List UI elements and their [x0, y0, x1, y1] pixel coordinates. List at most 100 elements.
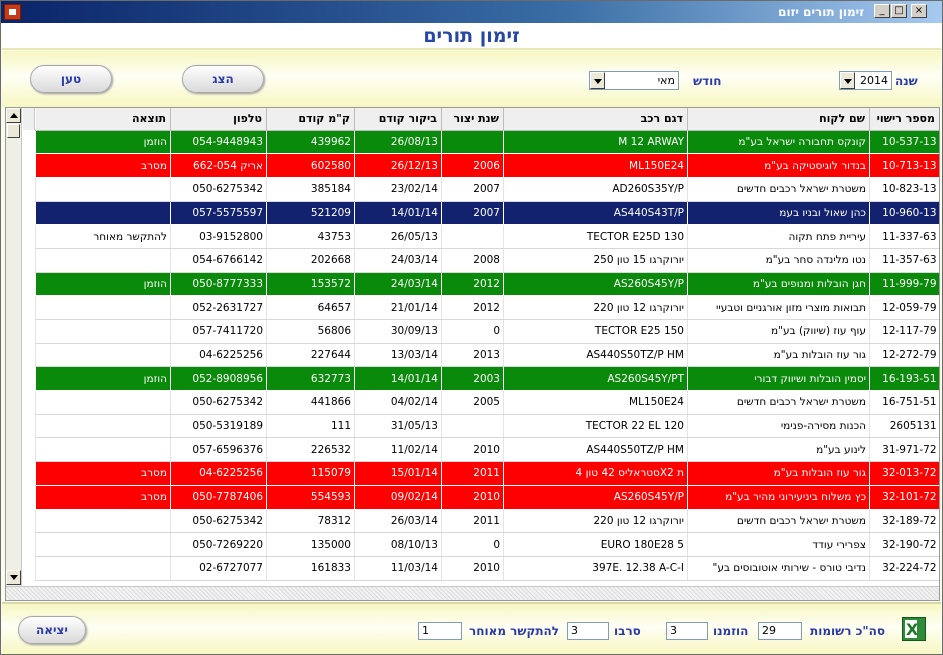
table-cell [35, 177, 171, 202]
scroll-up-icon[interactable] [6, 108, 21, 123]
month-select[interactable]: מאי [589, 71, 679, 90]
year-select[interactable]: 2014 [839, 71, 892, 90]
table-cell: 11-999-79 [869, 272, 939, 297]
table-cell: כץ משלוח ביניעירוני מהיר בע"מ [687, 485, 870, 510]
main-window: זימון תורים יזום _ □ × זימון תורים שנה 2… [0, 0, 943, 655]
table-row[interactable]: 12-117-79 עוף עוז (שיווק) בע"מ TECTOR E25 … [35, 319, 939, 344]
table-cell: מסרב [35, 485, 171, 510]
column-header[interactable]: טלפון [170, 108, 267, 131]
table-row[interactable]: 31-971-72 לינוע בע"מ AS440S50TZ/P HM 2010 11… [35, 437, 939, 463]
table-row[interactable]: 12-272-79 גור עוז הובלות בע"מ AS440S50TZ/P… [35, 343, 939, 368]
table-cell: עיריית פתח תקוה [687, 224, 870, 249]
appointments-grid: מספר רישוי שם לקוח דגם רכב שנת יצור ביקור קו… [5, 107, 940, 601]
table-cell: 12-117-79 [869, 319, 939, 344]
chevron-down-icon[interactable] [840, 72, 855, 89]
column-header[interactable]: ביקור קודם [354, 108, 442, 131]
table-row[interactable]: 11-999-79 חגן הובלות ומנופים בע"מ AS260S45… [35, 272, 939, 297]
table-row[interactable]: 10-537-13 קונקס תחבורה ישראל בע"מ M 12 ARW… [35, 130, 939, 155]
table-cell [441, 224, 504, 249]
table-cell: 32-190-72 [869, 532, 939, 557]
table-cell: 10-537-13 [869, 130, 939, 155]
column-header[interactable]: דגם רכב [503, 108, 688, 131]
table-cell: 08/10/13 [354, 532, 442, 557]
table-row[interactable]: 10-960-13 כהן שאול ובניו בעמ AS440S43T/P 20… [35, 201, 939, 226]
table-cell: 227644 [266, 343, 355, 368]
table-header-row: מספר רישוי שם לקוח דגם רכב שנת יצור ביקור קו… [35, 108, 939, 131]
table-row[interactable]: 16-751-51 משטרת ישראל רכבים חדשים ML150E24… [35, 390, 939, 415]
appointments-table: מספר רישוי שם לקוח דגם רכב שנת יצור ביקור קו… [35, 108, 939, 581]
invited-field: 3 [666, 622, 708, 640]
table-row[interactable]: 32-224-72 נדיבי טורס - שירותי אוטובוסים ב… [35, 556, 939, 581]
table-cell: 2010 [441, 556, 504, 581]
load-button[interactable]: טען [30, 65, 112, 93]
maximize-button[interactable]: □ [891, 4, 907, 18]
table-cell: משטרת ישראל רכבים חדשים [687, 509, 870, 534]
table-cell: 397E. 12.38 A-C-I [503, 556, 688, 581]
table-cell: 441866 [266, 390, 355, 415]
table-row[interactable]: 16-193-51 יסמין הובלות ושיווק דבורי AS260S… [35, 366, 939, 392]
window-title: זימון תורים יזום [778, 5, 864, 19]
table-row[interactable]: 11-357-63 נטו מלינדה סחר בע"מ יורוקרגו 15 … [35, 248, 939, 273]
scroll-down-icon[interactable] [6, 570, 21, 585]
table-cell: 16-193-51 [869, 366, 939, 392]
scroll-thumb[interactable] [7, 124, 20, 138]
table-cell: 32-189-72 [869, 509, 939, 534]
table-cell: 32-101-72 [869, 485, 939, 510]
column-header[interactable]: שם לקוח [687, 108, 870, 131]
table-row[interactable]: 10-823-13 משטרת ישראל רכבים חדשים AD260S35… [35, 177, 939, 202]
horizontal-scrollbar[interactable] [6, 586, 939, 600]
chevron-down-icon[interactable] [590, 72, 605, 89]
table-row[interactable]: 32-190-72 צפרירי עודד EURO 180E28 5 0 08/10/… [35, 532, 939, 557]
exit-button[interactable]: יציאה [18, 616, 86, 644]
table-row[interactable]: 10-713-13 בנדור לוגיסטיקה בע"מ ML150E24 200… [35, 153, 939, 178]
row-selector-header [23, 108, 35, 130]
table-cell: 43753 [266, 224, 355, 249]
table-cell: 057-7411720 [170, 319, 267, 344]
table-cell: 050-6275342 [170, 509, 267, 534]
table-cell: מסרב [35, 153, 171, 178]
table-cell [35, 532, 171, 557]
column-header[interactable]: תוצאה [35, 108, 171, 131]
table-cell: כהן שאול ובניו בעמ [687, 201, 870, 226]
vertical-scrollbar[interactable] [6, 108, 22, 586]
close-button[interactable]: × [911, 4, 927, 18]
table-cell [441, 414, 504, 439]
table-row[interactable]: 32-189-72 משטרת ישראל רכבים חדשים יורוקרגו… [35, 509, 939, 534]
minimize-button[interactable]: _ [874, 4, 890, 18]
table-cell: 11/02/14 [354, 437, 442, 463]
table-cell: 050-5319189 [170, 414, 267, 439]
title-bar: זימון תורים יזום _ □ × [1, 1, 942, 23]
table-cell: יורוקרגו 15 טון 250 [503, 248, 688, 273]
table-cell: 21/01/14 [354, 295, 442, 320]
table-cell: 26/03/14 [354, 509, 442, 534]
column-header[interactable]: שנת יצור [441, 108, 504, 131]
table-cell [35, 201, 171, 226]
column-header[interactable]: מספר רישוי [869, 108, 939, 131]
table-cell: בנדור לוגיסטיקה בע"מ [687, 153, 870, 178]
table-cell: 135000 [266, 532, 355, 557]
show-button[interactable]: הצג [182, 65, 264, 93]
table-row[interactable]: 12-059-79 תבואות מוצרי מזון אורגניים וטבע… [35, 295, 939, 320]
table-cell: 56806 [266, 319, 355, 344]
table-cell: 24/03/14 [354, 272, 442, 297]
table-cell: 052-8908956 [170, 366, 267, 392]
table-cell: 11-337-63 [869, 224, 939, 249]
refused-field: 3 [567, 622, 609, 640]
toolbar: שנה 2014 חודש מאי הצג טען [2, 51, 941, 107]
table-cell: להתקשר מאוחר [35, 224, 171, 249]
table-row[interactable]: 32-101-72 כץ משלוח ביניעירוני מהיר בע"מ AS… [35, 485, 939, 510]
table-cell: 30/09/13 [354, 319, 442, 344]
table-cell: 31-971-72 [869, 437, 939, 463]
table-body: 10-537-13 קונקס תחבורה ישראל בע"מ M 12 ARW… [35, 130, 939, 581]
table-row[interactable]: 32-013-72 גור עוז הובלות בע"מ סטראליס 42 ט… [35, 461, 939, 486]
table-row[interactable]: 11-337-63 עיריית פתח תקוה TECTOR E25D 130 2… [35, 224, 939, 249]
table-row[interactable]: 2605131 הכנות מסירה-פנימי TECTOR 22 EL 120… [35, 414, 939, 439]
table-cell: 057-5575597 [170, 201, 267, 226]
app-icon [4, 4, 21, 20]
table-cell: הוזמן [35, 130, 171, 155]
table-cell: 26/12/13 [354, 153, 442, 178]
column-header[interactable]: ק"מ קודם [266, 108, 355, 131]
table-cell [35, 414, 171, 439]
excel-icon[interactable] [902, 617, 926, 641]
month-label: חודש [693, 74, 722, 88]
